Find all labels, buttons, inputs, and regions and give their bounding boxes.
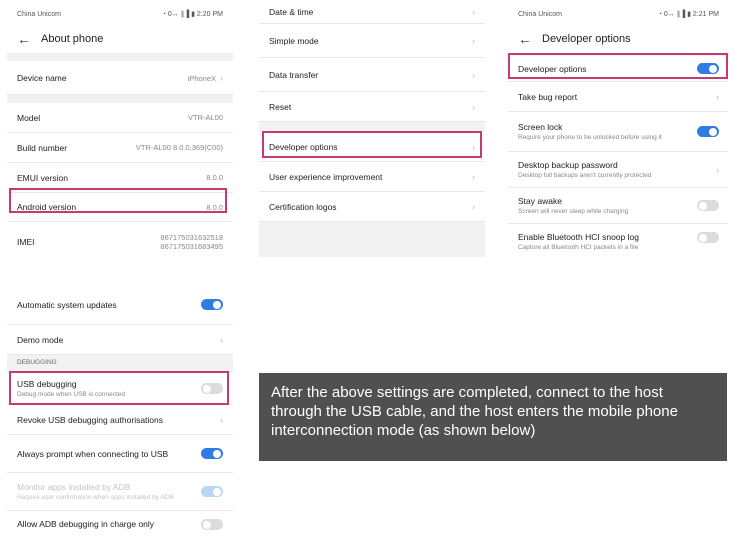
usb-debugging-toggle[interactable] — [201, 383, 223, 394]
always-prompt-toggle[interactable] — [201, 448, 223, 459]
row-device-name[interactable]: Device name iPhoneX › — [7, 61, 233, 95]
row-take-bug-report[interactable]: Take bug report › — [508, 82, 729, 112]
auto-updates-toggle[interactable] — [201, 299, 223, 310]
page-title: Developer options — [542, 33, 631, 45]
row-model: Model VTR-AL00 — [7, 103, 233, 133]
row-data-transfer[interactable]: Data transfer › — [259, 58, 485, 92]
row-allow-adb-charge-only[interactable]: Allow ADB debugging in charge only — [7, 511, 233, 539]
chevron-right-icon: › — [472, 35, 475, 46]
chevron-right-icon: › — [472, 6, 475, 17]
developer-options-screen: China Unicom ◔ 0↔ ∥▐ ▮ 2:21 PM ← Develop… — [508, 3, 729, 257]
row-user-experience[interactable]: User experience improvement › — [259, 162, 485, 192]
about-phone-screen: China Unicom ◔ 0↔ ∥▐ ▮ 2:20 PM ← About p… — [7, 3, 233, 257]
chevron-right-icon: › — [472, 141, 475, 152]
row-developer-options[interactable]: Developer options › — [259, 132, 485, 162]
title-bar: ← About phone — [7, 25, 233, 53]
title-bar: ← Developer options — [508, 25, 729, 53]
stay-awake-toggle[interactable] — [697, 200, 719, 211]
chevron-right-icon: › — [220, 414, 223, 425]
system-settings-screen: Date & time › Simple mode › Data transfe… — [259, 0, 485, 257]
row-reset[interactable]: Reset › — [259, 92, 485, 122]
status-icons: ◔ 0↔ ∥▐ ▮ 2:20 PM — [161, 11, 223, 18]
page-title: About phone — [41, 33, 104, 45]
status-bar: China Unicom ◔ 0↔ ∥▐ ▮ 2:21 PM — [508, 3, 729, 25]
row-demo-mode[interactable]: Demo mode › — [7, 325, 233, 355]
back-arrow-icon[interactable]: ← — [518, 31, 532, 47]
chevron-right-icon: › — [716, 164, 719, 175]
chevron-right-icon: › — [472, 69, 475, 80]
row-build-number[interactable]: Build number VTR-AL00 8.0.0.369(C00) — [7, 133, 233, 163]
chevron-right-icon: › — [220, 72, 223, 83]
row-bluetooth-hci-snoop[interactable]: Enable Bluetooth HCI snoop log Capture al… — [508, 224, 729, 257]
row-usb-debugging[interactable]: USB debugging Debug mode when USB is conn… — [7, 373, 233, 405]
chevron-right-icon: › — [716, 91, 719, 102]
section-header-debugging: DEBUGGING — [7, 355, 233, 373]
row-imei: IMEI 867175031632518 867175031683495 — [7, 222, 233, 257]
row-desktop-backup-password[interactable]: Desktop backup password Desktop full back… — [508, 152, 729, 188]
row-always-prompt-usb[interactable]: Always prompt when connecting to USB — [7, 435, 233, 473]
back-arrow-icon[interactable]: ← — [17, 31, 31, 47]
row-automatic-system-updates[interactable]: Automatic system updates — [7, 285, 233, 325]
chevron-right-icon: › — [472, 201, 475, 212]
row-android-version: Android version 8.0.0 — [7, 193, 233, 222]
developer-options-toggle[interactable] — [697, 63, 719, 74]
monitor-apps-toggle — [201, 486, 223, 497]
chevron-right-icon: › — [220, 334, 223, 345]
screen-lock-toggle[interactable] — [697, 126, 719, 137]
status-icons: ◔ 0↔ ∥▐ ▮ 2:21 PM — [657, 11, 719, 18]
row-stay-awake[interactable]: Stay awake Screen will never sleep while … — [508, 188, 729, 224]
row-developer-options-switch[interactable]: Developer options — [508, 56, 729, 82]
bluetooth-hci-toggle[interactable] — [697, 232, 719, 243]
instruction-note: After the above settings are completed, … — [259, 373, 727, 461]
chevron-right-icon: › — [472, 101, 475, 112]
chevron-right-icon: › — [472, 171, 475, 182]
status-bar: China Unicom ◔ 0↔ ∥▐ ▮ 2:20 PM — [7, 3, 233, 25]
adb-charge-only-toggle[interactable] — [201, 519, 223, 530]
row-revoke-usb-auth[interactable]: Revoke USB debugging authorisations › — [7, 405, 233, 435]
debugging-settings-screen: Automatic system updates Demo mode › DEB… — [7, 285, 233, 539]
row-date-time[interactable]: Date & time › — [259, 0, 485, 24]
row-monitor-apps-adb: Monitor apps installed by ADB Require use… — [7, 473, 233, 511]
carrier-label: China Unicom — [518, 10, 562, 18]
row-simple-mode[interactable]: Simple mode › — [259, 24, 485, 58]
row-certification-logos[interactable]: Certification logos › — [259, 192, 485, 222]
row-screen-lock[interactable]: Screen lock Require your phone to be unlo… — [508, 112, 729, 152]
carrier-label: China Unicom — [17, 10, 61, 18]
row-emui-version: EMUI version 8.0.0 — [7, 163, 233, 193]
